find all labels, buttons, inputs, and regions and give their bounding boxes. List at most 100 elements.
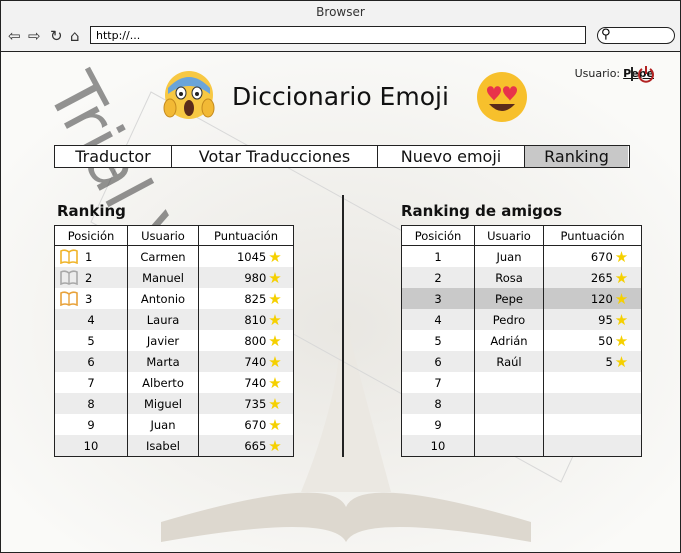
position-value: 9 [87,417,95,432]
user-cell: Rosa [474,267,544,288]
score-cell: 120 ★ [543,288,642,309]
score-cell [543,435,642,457]
user-cell [474,414,544,435]
user-cell: Miguel [127,393,199,414]
position-cell: 3 [401,288,475,309]
star-icon: ★ [268,352,282,371]
score-cell: 670 ★ [543,245,642,267]
position-value: 1 [434,249,442,264]
star-icon: ★ [268,310,282,329]
score-value: 1045 [236,249,267,264]
table-row: 1 Juan 670 ★ [401,245,642,267]
user-cell: Antonio [127,288,199,309]
user-cell: Adrián [474,330,544,351]
user-cell [474,393,544,414]
score-cell [543,372,642,393]
position-cell: 1 [54,245,128,267]
position-value: 6 [87,354,95,369]
position-value: 4 [87,312,95,327]
position-cell: 4 [401,309,475,330]
tab-votar-traducciones[interactable]: Votar Traducciones [172,146,378,167]
score-value: 825 [244,291,267,306]
ranking-table: Posición Usuario Puntuación 1 Carmen 1045 ★… [54,225,294,457]
bronze-book-icon [60,291,78,306]
search-icon: ⚲ [601,27,611,42]
position-value: 8 [434,396,442,411]
column-divider [342,195,344,457]
score-value: 670 [244,417,267,432]
user-cell: Isabel [127,435,199,457]
score-cell [543,393,642,414]
friends-ranking-table: Posición Usuario Puntuación 1 Juan 670 ★ 2 Ro… [401,225,642,457]
score-value: 740 [244,375,267,390]
user-cell: Alberto [127,372,199,393]
friends-ranking-title: Ranking de amigos [401,202,563,220]
header-puntuacion: Puntuación [543,225,642,246]
user-cell: Laura [127,309,199,330]
table-row: 7 Alberto 740 ★ [54,372,294,393]
position-value: 6 [434,354,442,369]
home-icon[interactable]: ⌂ [70,27,80,45]
star-icon: ★ [268,268,282,287]
star-icon: ★ [268,415,282,434]
power-logout-icon[interactable] [637,65,655,83]
table-row: 2 Manuel 980 ★ [54,267,294,288]
table-row: 1 Carmen 1045 ★ [54,245,294,267]
tab-traductor[interactable]: Traductor [55,146,172,167]
score-value: 120 [590,291,613,306]
score-cell: 980 ★ [198,267,294,288]
position-value: 10 [83,438,99,453]
tab-nuevo-emoji[interactable]: Nuevo emoji [378,146,525,167]
table-row: 9 Juan 670 ★ [54,414,294,435]
star-icon: ★ [614,247,629,266]
score-value: 5 [605,354,613,369]
table-row: 8 [401,393,642,414]
score-value: 50 [598,333,613,348]
score-cell: 665 ★ [198,435,294,457]
score-cell: 95 ★ [543,309,642,330]
position-value: 7 [87,375,95,390]
position-cell: 3 [54,288,128,309]
user-cell: Juan [474,245,544,267]
table-row: 10 Isabel 665 ★ [54,435,294,457]
window-title: Browser [1,1,680,23]
silver-book-icon [60,270,78,285]
star-icon: ★ [614,352,629,371]
score-cell: 740 ★ [198,351,294,372]
user-cell: Manuel [127,267,199,288]
position-cell: 5 [401,330,475,351]
star-icon: ★ [614,331,629,350]
user-cell: Pepe [474,288,544,309]
position-value: 5 [434,333,442,348]
gold-book-icon [60,249,78,264]
score-value: 800 [244,333,267,348]
table-row: 3 Pepe 120 ★ [401,288,642,309]
screaming-face-emoji-icon [163,71,215,119]
score-cell: 825 ★ [198,288,294,309]
star-icon: ★ [614,268,629,287]
user-cell: Javier [127,330,199,351]
score-value: 980 [244,270,267,285]
user-cell: Juan [127,414,199,435]
back-arrow-icon[interactable]: ⇦ [8,27,21,45]
forward-arrow-icon[interactable]: ⇨ [28,27,41,45]
url-field[interactable]: http://... [90,26,586,44]
score-value: 265 [590,270,613,285]
reload-icon[interactable]: ↻ [50,27,63,45]
position-value: 2 [85,270,93,285]
tab-ranking[interactable]: Ranking [525,146,628,167]
position-cell: 2 [54,267,128,288]
score-value: 740 [244,354,267,369]
position-cell: 9 [401,414,475,435]
position-value: 9 [434,417,442,432]
star-icon: ★ [268,331,282,350]
position-cell: 10 [54,435,128,457]
app-title: Diccionario Emoji [232,82,449,111]
user-cell: Raúl [474,351,544,372]
score-value: 95 [598,312,613,327]
star-icon: ★ [268,373,282,392]
position-cell: 7 [54,372,128,393]
position-value: 5 [87,333,95,348]
table-row: 5 Adrián 50 ★ [401,330,642,351]
search-field[interactable]: ⚲ [597,27,675,44]
